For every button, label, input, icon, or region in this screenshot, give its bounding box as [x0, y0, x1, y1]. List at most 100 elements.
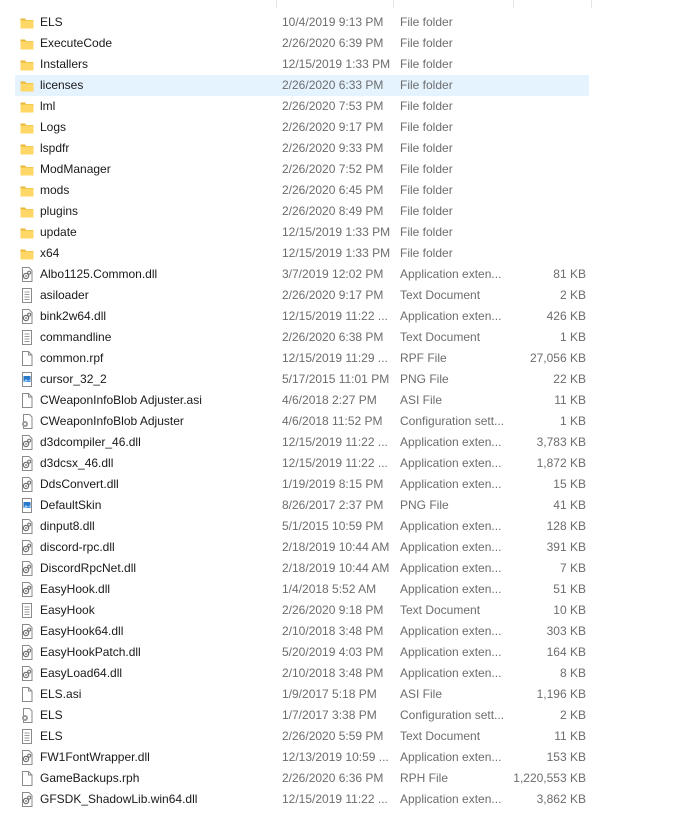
- folder-icon: [20, 36, 34, 51]
- file-date-modified: 2/26/2020 6:38 PM: [282, 330, 384, 344]
- file-row[interactable]: x64 12/15/2019 1:33 PM File folder: [0, 243, 697, 264]
- file-row[interactable]: EasyHook 2/26/2020 9:18 PM Text Document 10…: [0, 600, 697, 621]
- file-date-modified: 1/7/2017 3:38 PM: [282, 708, 377, 722]
- file-row[interactable]: ELS.asi 1/9/2017 5:18 PM ASI File 1,196 KB: [0, 684, 697, 705]
- file-name: EasyHook: [40, 603, 95, 617]
- file-size: 1,872 KB: [536, 456, 586, 470]
- file-name: CWeaponInfoBlob Adjuster: [40, 414, 184, 428]
- dll-icon: [20, 561, 34, 576]
- column-divider-date[interactable]: [276, 0, 277, 8]
- file-row[interactable]: DefaultSkin 8/26/2017 2:37 PM PNG File 41 K…: [0, 495, 697, 516]
- file-row[interactable]: lspdfr 2/26/2020 9:33 PM File folder: [0, 138, 697, 159]
- file-row[interactable]: Albo1125.Common.dll 3/7/2019 12:02 PM Appl…: [0, 264, 697, 285]
- file-row[interactable]: asiloader 2/26/2020 9:17 PM Text Document 2…: [0, 285, 697, 306]
- dll-icon: [20, 309, 34, 324]
- file-row[interactable]: DdsConvert.dll 1/19/2019 8:15 PM Applicati…: [0, 474, 697, 495]
- file-date-modified: 10/4/2019 9:13 PM: [282, 15, 384, 29]
- file-date-modified: 2/26/2020 7:53 PM: [282, 99, 384, 113]
- file-row[interactable]: EasyHook.dll 1/4/2018 5:52 AM Application …: [0, 579, 697, 600]
- file-date-modified: 12/13/2019 10:59 ...: [282, 750, 389, 764]
- file-row[interactable]: cursor_32_2 5/17/2015 11:01 PM PNG File 22 …: [0, 369, 697, 390]
- column-divider-size[interactable]: [513, 0, 514, 8]
- file-type: File folder: [400, 57, 453, 71]
- file-row[interactable]: update 12/15/2019 1:33 PM File folder: [0, 222, 697, 243]
- file-type: File folder: [400, 120, 453, 134]
- file-date-modified: 2/26/2020 6:45 PM: [282, 183, 384, 197]
- file-row[interactable]: ELS 1/7/2017 3:38 PM Configuration sett...…: [0, 705, 697, 726]
- file-row[interactable]: lml 2/26/2020 7:53 PM File folder: [0, 96, 697, 117]
- file-name: commandline: [40, 330, 112, 344]
- column-divider-end[interactable]: [591, 0, 592, 8]
- file-name: DdsConvert.dll: [40, 477, 119, 491]
- file-size: 51 KB: [553, 582, 586, 596]
- file-row[interactable]: CWeaponInfoBlob Adjuster.asi 4/6/2018 2:2…: [0, 390, 697, 411]
- file-row[interactable]: EasyHook64.dll 2/10/2018 3:48 PM Applicati…: [0, 621, 697, 642]
- file-row[interactable]: EasyLoad64.dll 2/10/2018 3:48 PM Applicati…: [0, 663, 697, 684]
- file-size: 22 KB: [553, 372, 586, 386]
- blank-file-icon: [20, 351, 34, 366]
- file-name: lml: [40, 99, 56, 113]
- file-name: EasyHook.dll: [40, 582, 111, 596]
- dll-icon: [20, 582, 34, 597]
- file-size: 10 KB: [553, 603, 586, 617]
- file-name: mods: [40, 183, 70, 197]
- file-row[interactable]: ExecuteCode 2/26/2020 6:39 PM File folder: [0, 33, 697, 54]
- file-row[interactable]: dinput8.dll 5/1/2015 10:59 PM Application …: [0, 516, 697, 537]
- file-row[interactable]: GFSDK_ShadowLib.win64.dll 12/15/2019 11:2…: [0, 789, 697, 810]
- file-size: 1 KB: [559, 414, 586, 428]
- file-row[interactable]: EasyHookPatch.dll 5/20/2019 4:03 PM Applic…: [0, 642, 697, 663]
- file-row[interactable]: discord-rpc.dll 2/18/2019 10:44 AM Applica…: [0, 537, 697, 558]
- file-date-modified: 12/15/2019 1:33 PM: [282, 225, 391, 239]
- file-date-modified: 2/10/2018 3:48 PM: [282, 666, 384, 680]
- file-row[interactable]: ELS 2/26/2020 5:59 PM Text Document 11 KB: [0, 726, 697, 747]
- file-row[interactable]: DiscordRpcNet.dll 2/18/2019 10:44 AM Appli…: [0, 558, 697, 579]
- file-row[interactable]: ELS 10/4/2019 9:13 PM File folder: [0, 12, 697, 33]
- file-date-modified: 12/15/2019 11:29 ...: [282, 351, 388, 365]
- dll-icon: [20, 267, 34, 282]
- file-size: 3,862 KB: [536, 792, 586, 806]
- dll-icon: [20, 435, 34, 450]
- file-date-modified: 2/26/2020 6:33 PM: [282, 78, 384, 92]
- file-name: Albo1125.Common.dll: [40, 267, 158, 281]
- folder-icon: [20, 162, 34, 177]
- file-date-modified: 2/26/2020 9:33 PM: [282, 141, 384, 155]
- file-row[interactable]: Installers 12/15/2019 1:33 PM File folder: [0, 54, 697, 75]
- blank-file-icon: [20, 771, 34, 786]
- file-name: asiloader: [40, 288, 89, 302]
- file-name: ExecuteCode: [40, 36, 113, 50]
- file-type: File folder: [400, 162, 453, 176]
- file-row[interactable]: GameBackups.rph 2/26/2020 6:36 PM RPH File…: [0, 768, 697, 789]
- file-size: 41 KB: [553, 498, 586, 512]
- file-name: d3dcompiler_46.dll: [40, 435, 141, 449]
- file-name: DefaultSkin: [40, 498, 102, 512]
- file-date-modified: 12/15/2019 11:22 ...: [282, 309, 388, 323]
- folder-icon: [20, 78, 34, 93]
- file-row-selected[interactable]: licenses 2/26/2020 6:33 PM File folder: [0, 75, 697, 96]
- file-date-modified: 2/26/2020 9:18 PM: [282, 603, 384, 617]
- file-row[interactable]: Logs 2/26/2020 9:17 PM File folder: [0, 117, 697, 138]
- text-document-icon: [20, 729, 34, 744]
- folder-icon: [20, 15, 34, 30]
- file-row[interactable]: ModManager 2/26/2020 7:52 PM File folder: [0, 159, 697, 180]
- file-row[interactable]: FW1FontWrapper.dll 12/13/2019 10:59 ... Ap…: [0, 747, 697, 768]
- file-name: common.rpf: [40, 351, 104, 365]
- file-name: DiscordRpcNet.dll: [40, 561, 137, 575]
- file-type: File folder: [400, 183, 453, 197]
- file-date-modified: 2/10/2018 3:48 PM: [282, 624, 384, 638]
- file-row[interactable]: plugins 2/26/2020 8:49 PM File folder: [0, 201, 697, 222]
- file-size: 1,196 KB: [536, 687, 586, 701]
- column-divider-type[interactable]: [393, 0, 394, 8]
- file-row[interactable]: mods 2/26/2020 6:45 PM File folder: [0, 180, 697, 201]
- file-row[interactable]: d3dcsx_46.dll 12/15/2019 11:22 ... Applica…: [0, 453, 697, 474]
- file-size: 81 KB: [553, 267, 586, 281]
- file-type: File folder: [400, 204, 453, 218]
- file-row[interactable]: d3dcompiler_46.dll 12/15/2019 11:22 ... Ap…: [0, 432, 697, 453]
- file-row[interactable]: commandline 2/26/2020 6:38 PM Text Documen…: [0, 327, 697, 348]
- file-row[interactable]: bink2w64.dll 12/15/2019 11:22 ... Applicat…: [0, 306, 697, 327]
- file-size: 1 KB: [559, 330, 586, 344]
- file-size: 11 KB: [554, 393, 586, 407]
- file-row[interactable]: common.rpf 12/15/2019 11:29 ... RPF File 27…: [0, 348, 697, 369]
- file-name: Logs: [40, 120, 67, 134]
- file-row[interactable]: CWeaponInfoBlob Adjuster 4/6/2018 11:52 P…: [0, 411, 697, 432]
- dll-icon: [20, 519, 34, 534]
